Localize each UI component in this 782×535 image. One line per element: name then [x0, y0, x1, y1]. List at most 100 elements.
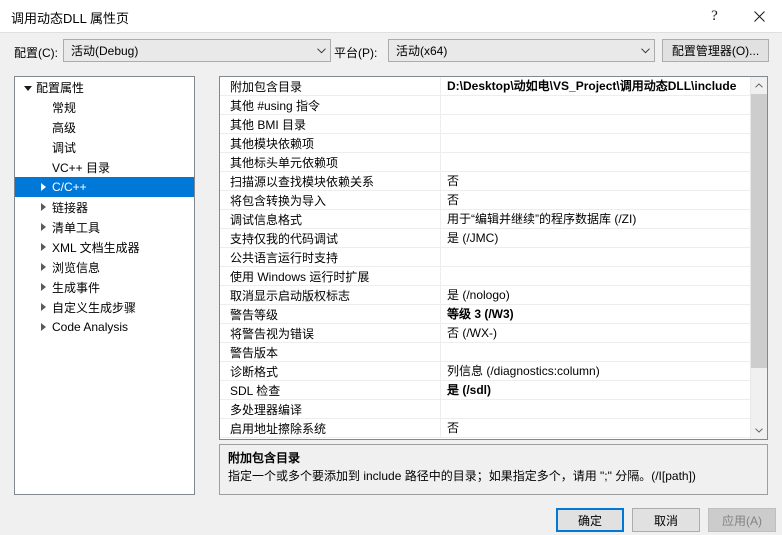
tree-item-5[interactable]: C/C++: [15, 177, 194, 197]
property-name: 其他模块依赖项: [230, 136, 315, 151]
chevron-down-icon: [312, 47, 330, 54]
property-row[interactable]: 其他 BMI 目录: [220, 114, 750, 134]
tree-item-9[interactable]: 浏览信息: [15, 257, 194, 277]
property-value[interactable]: 是 (/sdl): [440, 380, 750, 400]
platform-combobox[interactable]: 活动(x64): [388, 39, 655, 62]
scroll-down-button[interactable]: [751, 422, 767, 439]
tree-item-2[interactable]: 高级: [15, 117, 194, 137]
property-name: SDL 检查: [230, 383, 281, 398]
property-name: 将警告视为错误: [230, 326, 315, 341]
property-name: 启用地址擦除系统: [230, 421, 327, 436]
tree-item-label: C/C++: [52, 180, 87, 194]
property-value[interactable]: D:\Desktop\动如电\VS_Project\调用动态DLL\includ…: [440, 77, 750, 96]
property-row[interactable]: 其他模块依赖项: [220, 133, 750, 153]
property-row[interactable]: 多处理器编译: [220, 399, 750, 419]
triangle-right-icon[interactable]: [37, 323, 50, 331]
property-value[interactable]: [440, 114, 750, 134]
property-value[interactable]: 等级 3 (/W3): [440, 304, 750, 324]
property-row[interactable]: 将包含转换为导入 否: [220, 190, 750, 210]
property-row[interactable]: 扫描源以查找模块依赖关系 否: [220, 171, 750, 191]
property-row[interactable]: 支持仅我的代码调试 是 (/JMC): [220, 228, 750, 248]
property-row[interactable]: 诊断格式 列信息 (/diagnostics:column): [220, 361, 750, 381]
property-grid-scrollbar[interactable]: [750, 77, 767, 439]
triangle-right-icon[interactable]: [37, 183, 50, 191]
configuration-tree[interactable]: 配置属性 常规 高级调试 VC++ 目录 C/C++ 链接器清单工具 XML 文档生成器 浏览…: [14, 76, 195, 495]
platform-label: 平台(P):: [334, 46, 378, 60]
tree-item-0[interactable]: 配置属性: [15, 77, 194, 97]
property-value[interactable]: [440, 95, 750, 115]
property-name: 其他 #using 指令: [230, 98, 321, 113]
property-value[interactable]: 否: [440, 418, 750, 438]
property-value[interactable]: 是 (/nologo): [440, 285, 750, 305]
configuration-label: 配置(C):: [14, 46, 58, 60]
property-row[interactable]: 取消显示启动版权标志 是 (/nologo): [220, 285, 750, 305]
tree-item-4[interactable]: VC++ 目录: [15, 157, 194, 177]
property-name: 支持仅我的代码调试: [230, 231, 339, 246]
tree-item-label: 清单工具: [52, 220, 101, 235]
property-value[interactable]: [440, 133, 750, 153]
property-value[interactable]: [440, 399, 750, 419]
property-row[interactable]: 警告等级 等级 3 (/W3): [220, 304, 750, 324]
scroll-up-button[interactable]: [751, 77, 767, 94]
property-row[interactable]: 将警告视为错误 否 (/WX-): [220, 323, 750, 343]
triangle-down-icon[interactable]: [21, 85, 34, 91]
property-description-panel: 附加包含目录 指定一个或多个要添加到 include 路径中的目录；如果指定多个…: [219, 444, 768, 495]
property-value[interactable]: [440, 342, 750, 362]
triangle-right-icon[interactable]: [37, 303, 50, 311]
tree-item-12[interactable]: Code Analysis: [15, 317, 194, 337]
property-value[interactable]: [440, 152, 750, 172]
property-value[interactable]: [440, 247, 750, 267]
property-value[interactable]: 用于“编辑并继续”的程序数据库 (/ZI): [440, 209, 750, 229]
ok-button[interactable]: 确定: [556, 508, 624, 532]
property-value[interactable]: 是 (/JMC): [440, 228, 750, 248]
config-header: 配置(C): 活动(Debug) 平台(P): 活动(x64) 配置管理器(O)…: [0, 32, 782, 69]
tree-list: 配置属性 常规 高级调试 VC++ 目录 C/C++ 链接器清单工具 XML 文档生成器 浏览…: [15, 77, 194, 337]
property-name: 扫描源以查找模块依赖关系: [230, 174, 375, 189]
tree-item-6[interactable]: 链接器: [15, 197, 194, 217]
property-row[interactable]: SDL 检查 是 (/sdl): [220, 380, 750, 400]
property-row[interactable]: 附加包含目录 D:\Desktop\动如电\VS_Project\调用动态DLL\…: [220, 77, 750, 96]
tree-item-label: 调试: [52, 140, 77, 155]
tree-item-11[interactable]: 自定义生成步骤: [15, 297, 194, 317]
property-value[interactable]: 否 (/WX-): [440, 323, 750, 343]
property-row[interactable]: 使用 Windows 运行时扩展: [220, 266, 750, 286]
triangle-right-icon[interactable]: [37, 203, 50, 211]
property-row[interactable]: 其他标头单元依赖项: [220, 152, 750, 172]
tree-item-1[interactable]: 常规: [15, 97, 194, 117]
property-name: 使用 Windows 运行时扩展: [230, 269, 370, 284]
property-name: 其他 BMI 目录: [230, 117, 307, 132]
property-value[interactable]: 否: [440, 171, 750, 191]
property-grid[interactable]: 附加包含目录 D:\Desktop\动如电\VS_Project\调用动态DLL\…: [219, 76, 768, 440]
window-title: 调用动态DLL 属性页: [11, 11, 129, 26]
help-icon: ?: [711, 7, 718, 24]
tree-item-10[interactable]: 生成事件: [15, 277, 194, 297]
tree-item-3[interactable]: 调试: [15, 137, 194, 157]
close-icon: [754, 10, 765, 22]
property-row[interactable]: 警告版本: [220, 342, 750, 362]
cancel-button[interactable]: 取消: [632, 508, 700, 532]
property-row[interactable]: 其他 #using 指令: [220, 95, 750, 115]
configuration-manager-button[interactable]: 配置管理器(O)...: [662, 39, 769, 62]
scrollbar-thumb[interactable]: [751, 94, 767, 368]
property-grid-rows: 附加包含目录 D:\Desktop\动如电\VS_Project\调用动态DLL\…: [220, 77, 750, 438]
triangle-right-icon[interactable]: [37, 243, 50, 251]
tree-item-7[interactable]: 清单工具: [15, 217, 194, 237]
tree-item-label: 自定义生成步骤: [52, 300, 137, 315]
property-name: 多处理器编译: [230, 402, 303, 417]
property-name: 附加包含目录: [230, 79, 303, 94]
close-button[interactable]: [737, 0, 782, 32]
property-value[interactable]: [440, 266, 750, 286]
configuration-combobox[interactable]: 活动(Debug): [63, 39, 331, 62]
triangle-right-icon[interactable]: [37, 283, 50, 291]
property-row[interactable]: 调试信息格式 用于“编辑并继续”的程序数据库 (/ZI): [220, 209, 750, 229]
apply-button: 应用(A): [708, 508, 776, 532]
triangle-right-icon[interactable]: [37, 263, 50, 271]
property-row[interactable]: 启用地址擦除系统 否: [220, 418, 750, 438]
tree-item-8[interactable]: XML 文档生成器: [15, 237, 194, 257]
property-row[interactable]: 公共语言运行时支持: [220, 247, 750, 267]
triangle-right-icon[interactable]: [37, 223, 50, 231]
property-value[interactable]: 列信息 (/diagnostics:column): [440, 361, 750, 381]
configuration-value: 活动(Debug): [71, 44, 139, 58]
help-button[interactable]: ?: [692, 0, 737, 32]
property-value[interactable]: 否: [440, 190, 750, 210]
